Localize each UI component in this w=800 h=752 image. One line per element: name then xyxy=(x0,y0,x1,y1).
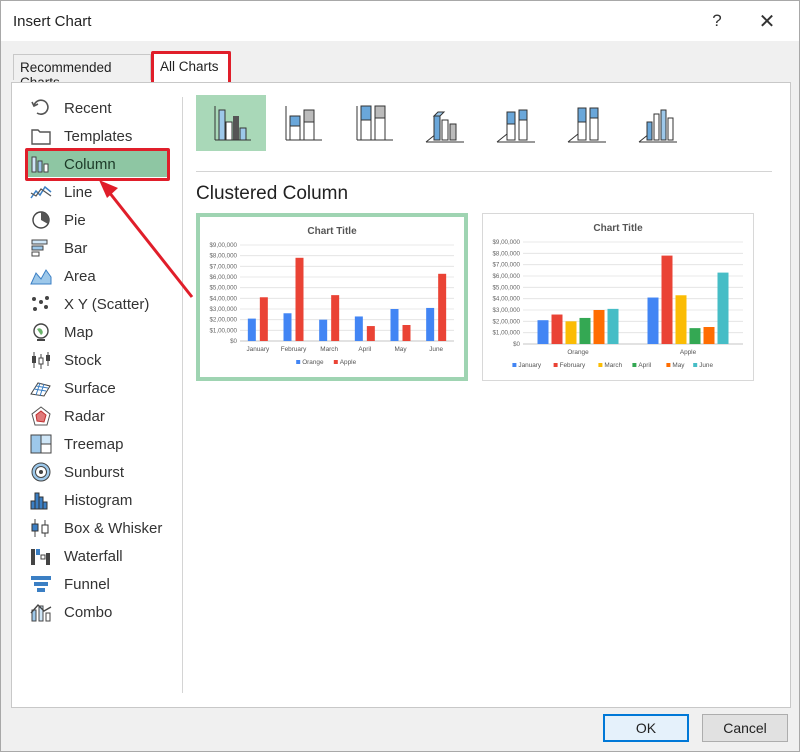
annotation-overlay xyxy=(99,180,194,298)
cancel-button[interactable]: Cancel xyxy=(702,714,788,742)
annotation-arrow-head xyxy=(99,180,118,198)
ok-button[interactable]: OK xyxy=(603,714,689,742)
insert-chart-dialog: Insert Chart ? ✕ Recommended Charts All … xyxy=(0,0,800,752)
annotation-arrow-line xyxy=(107,191,194,298)
